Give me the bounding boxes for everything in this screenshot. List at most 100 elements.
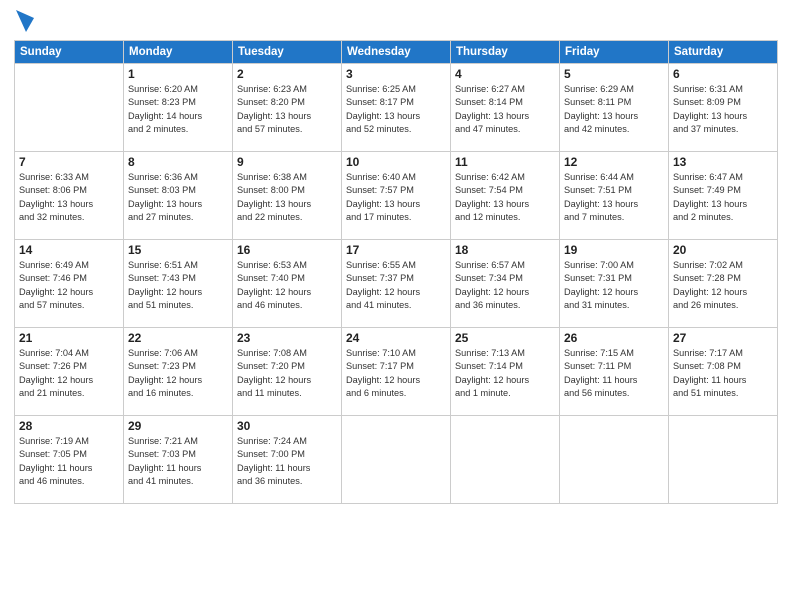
day-info: Sunrise: 7:02 AM Sunset: 7:28 PM Dayligh… [673,259,773,312]
week-row-2: 7 Sunrise: 6:33 AM Sunset: 8:06 PM Daylig… [15,152,778,240]
calendar-cell: 9Sunrise: 6:38 AM Sunset: 8:00 PM Daylig… [233,152,342,240]
calendar-cell: 1 Sunrise: 6:20 AM Sunset: 8:23 PM Daylig… [124,64,233,152]
day-info: Sunrise: 6:44 AM Sunset: 7:51 PM Dayligh… [564,171,664,224]
day-number: 3 [346,67,446,81]
calendar-cell: 12 Sunrise: 6:44 AM Sunset: 7:51 PM Dayli… [560,152,669,240]
calendar-cell: 4Sunrise: 6:27 AM Sunset: 8:14 PM Daylig… [451,64,560,152]
day-info: Sunrise: 6:55 AM Sunset: 7:37 PM Dayligh… [346,259,446,312]
day-number: 25 [455,331,555,345]
calendar-table: SundayMondayTuesdayWednesdayThursdayFrid… [14,40,778,504]
calendar-cell: 11 Sunrise: 6:42 AM Sunset: 7:54 PM Dayli… [451,152,560,240]
day-info: Sunrise: 6:57 AM Sunset: 7:34 PM Dayligh… [455,259,555,312]
weekday-friday: Friday [560,41,669,64]
day-info: Sunrise: 6:29 AM Sunset: 8:11 PM Dayligh… [564,83,664,136]
day-number: 2 [237,67,337,81]
day-number: 30 [237,419,337,433]
weekday-wednesday: Wednesday [342,41,451,64]
day-info: Sunrise: 6:47 AM Sunset: 7:49 PM Dayligh… [673,171,773,224]
logo [14,10,34,32]
day-number: 14 [19,243,119,257]
day-number: 13 [673,155,773,169]
day-info: Sunrise: 6:36 AM Sunset: 8:03 PM Dayligh… [128,171,228,224]
day-info: Sunrise: 6:40 AM Sunset: 7:57 PM Dayligh… [346,171,446,224]
weekday-sunday: Sunday [15,41,124,64]
day-info: Sunrise: 6:51 AM Sunset: 7:43 PM Dayligh… [128,259,228,312]
week-row-3: 14Sunrise: 6:49 AM Sunset: 7:46 PM Dayli… [15,240,778,328]
weekday-monday: Monday [124,41,233,64]
calendar-cell: 8 Sunrise: 6:36 AM Sunset: 8:03 PM Daylig… [124,152,233,240]
calendar-cell: 16 Sunrise: 6:53 AM Sunset: 7:40 PM Dayli… [233,240,342,328]
day-info: Sunrise: 6:42 AM Sunset: 7:54 PM Dayligh… [455,171,555,224]
day-number: 18 [455,243,555,257]
day-number: 6 [673,67,773,81]
day-number: 7 [19,155,119,169]
week-row-4: 21 Sunrise: 7:04 AM Sunset: 7:26 PM Dayli… [15,328,778,416]
day-info: Sunrise: 7:06 AM Sunset: 7:23 PM Dayligh… [128,347,228,400]
weekday-saturday: Saturday [669,41,778,64]
calendar-cell: 27 Sunrise: 7:17 AM Sunset: 7:08 PM Dayli… [669,328,778,416]
day-info: Sunrise: 6:23 AM Sunset: 8:20 PM Dayligh… [237,83,337,136]
day-number: 22 [128,331,228,345]
calendar-cell: 26Sunrise: 7:15 AM Sunset: 7:11 PM Dayli… [560,328,669,416]
header [14,10,778,32]
day-number: 9 [237,155,337,169]
day-number: 28 [19,419,119,433]
calendar-cell: 3 Sunrise: 6:25 AM Sunset: 8:17 PM Daylig… [342,64,451,152]
calendar-cell: 29Sunrise: 7:21 AM Sunset: 7:03 PM Dayli… [124,416,233,504]
day-info: Sunrise: 6:20 AM Sunset: 8:23 PM Dayligh… [128,83,228,136]
calendar-cell: 19 Sunrise: 7:00 AM Sunset: 7:31 PM Dayli… [560,240,669,328]
day-info: Sunrise: 7:17 AM Sunset: 7:08 PM Dayligh… [673,347,773,400]
day-info: Sunrise: 7:08 AM Sunset: 7:20 PM Dayligh… [237,347,337,400]
day-info: Sunrise: 7:19 AM Sunset: 7:05 PM Dayligh… [19,435,119,488]
calendar-cell [15,64,124,152]
day-number: 23 [237,331,337,345]
day-info: Sunrise: 7:15 AM Sunset: 7:11 PM Dayligh… [564,347,664,400]
calendar-cell: 23 Sunrise: 7:08 AM Sunset: 7:20 PM Dayli… [233,328,342,416]
calendar-cell: 14Sunrise: 6:49 AM Sunset: 7:46 PM Dayli… [15,240,124,328]
day-number: 15 [128,243,228,257]
day-number: 5 [564,67,664,81]
day-info: Sunrise: 6:53 AM Sunset: 7:40 PM Dayligh… [237,259,337,312]
day-number: 10 [346,155,446,169]
weekday-thursday: Thursday [451,41,560,64]
day-number: 16 [237,243,337,257]
day-number: 12 [564,155,664,169]
day-number: 11 [455,155,555,169]
calendar-cell: 10 Sunrise: 6:40 AM Sunset: 7:57 PM Dayli… [342,152,451,240]
day-info: Sunrise: 6:27 AM Sunset: 8:14 PM Dayligh… [455,83,555,136]
week-row-1: 1 Sunrise: 6:20 AM Sunset: 8:23 PM Daylig… [15,64,778,152]
day-info: Sunrise: 6:33 AM Sunset: 8:06 PM Dayligh… [19,171,119,224]
calendar-cell: 6 Sunrise: 6:31 AM Sunset: 8:09 PM Daylig… [669,64,778,152]
calendar-cell: 28 Sunrise: 7:19 AM Sunset: 7:05 PM Dayli… [15,416,124,504]
week-row-5: 28 Sunrise: 7:19 AM Sunset: 7:05 PM Dayli… [15,416,778,504]
day-info: Sunrise: 7:00 AM Sunset: 7:31 PM Dayligh… [564,259,664,312]
logo-icon [16,10,34,32]
day-info: Sunrise: 7:04 AM Sunset: 7:26 PM Dayligh… [19,347,119,400]
day-number: 20 [673,243,773,257]
day-number: 1 [128,67,228,81]
calendar-cell: 22 Sunrise: 7:06 AM Sunset: 7:23 PM Dayli… [124,328,233,416]
calendar-cell: 18 Sunrise: 6:57 AM Sunset: 7:34 PM Dayli… [451,240,560,328]
calendar-cell: 5 Sunrise: 6:29 AM Sunset: 8:11 PM Daylig… [560,64,669,152]
day-number: 21 [19,331,119,345]
day-info: Sunrise: 6:25 AM Sunset: 8:17 PM Dayligh… [346,83,446,136]
calendar-cell [560,416,669,504]
calendar-cell: 21 Sunrise: 7:04 AM Sunset: 7:26 PM Dayli… [15,328,124,416]
day-number: 24 [346,331,446,345]
calendar-cell: 24 Sunrise: 7:10 AM Sunset: 7:17 PM Dayli… [342,328,451,416]
day-info: Sunrise: 7:21 AM Sunset: 7:03 PM Dayligh… [128,435,228,488]
calendar-cell: 7 Sunrise: 6:33 AM Sunset: 8:06 PM Daylig… [15,152,124,240]
weekday-header-row: SundayMondayTuesdayWednesdayThursdayFrid… [15,41,778,64]
day-number: 8 [128,155,228,169]
day-info: Sunrise: 6:31 AM Sunset: 8:09 PM Dayligh… [673,83,773,136]
calendar-cell: 2 Sunrise: 6:23 AM Sunset: 8:20 PM Daylig… [233,64,342,152]
day-info: Sunrise: 7:13 AM Sunset: 7:14 PM Dayligh… [455,347,555,400]
day-number: 19 [564,243,664,257]
day-info: Sunrise: 7:10 AM Sunset: 7:17 PM Dayligh… [346,347,446,400]
calendar-cell: 17Sunrise: 6:55 AM Sunset: 7:37 PM Dayli… [342,240,451,328]
calendar-cell: 20 Sunrise: 7:02 AM Sunset: 7:28 PM Dayli… [669,240,778,328]
calendar-cell: 25 Sunrise: 7:13 AM Sunset: 7:14 PM Dayli… [451,328,560,416]
calendar-cell [451,416,560,504]
calendar-cell [342,416,451,504]
day-number: 27 [673,331,773,345]
